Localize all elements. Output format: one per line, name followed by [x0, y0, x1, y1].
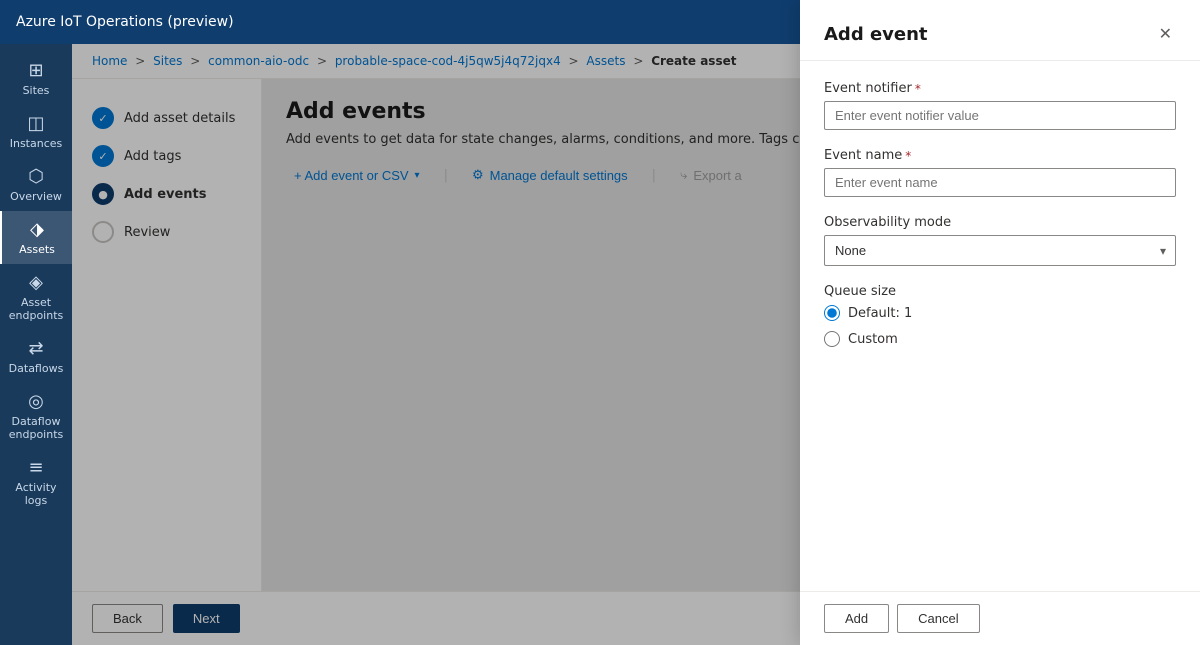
- sidebar-item-dataflows[interactable]: ⇄ Dataflows: [0, 330, 72, 383]
- sidebar: ⊞ Sites ◫ Instances ⬡ Overview ⬗ Assets …: [0, 44, 72, 645]
- observability-mode-select[interactable]: None Log Gauge Counter Histogram: [824, 235, 1176, 266]
- event-name-required: *: [905, 149, 911, 163]
- sidebar-label-asset-endpoints: Asset endpoints: [4, 296, 68, 322]
- event-notifier-group: Event notifier *: [824, 81, 1176, 130]
- queue-size-custom-option[interactable]: Custom: [824, 331, 1176, 347]
- sidebar-label-dataflows: Dataflows: [9, 362, 64, 375]
- event-name-label: Event name *: [824, 148, 1176, 163]
- observability-mode-group: Observability mode None Log Gauge Counte…: [824, 215, 1176, 266]
- add-button[interactable]: Add: [824, 604, 889, 633]
- assets-icon: ⬗: [30, 219, 44, 240]
- sidebar-item-sites[interactable]: ⊞ Sites: [0, 52, 72, 105]
- sidebar-item-asset-endpoints[interactable]: ◈ Asset endpoints: [0, 264, 72, 330]
- panel-title: Add event: [824, 24, 928, 45]
- event-name-input[interactable]: [824, 168, 1176, 197]
- sidebar-item-assets[interactable]: ⬗ Assets: [0, 211, 72, 264]
- queue-size-default-label: Default: 1: [848, 306, 912, 321]
- panel-footer: Add Cancel: [800, 591, 1200, 645]
- sidebar-label-dataflow-endpoints: Dataflow endpoints: [4, 415, 68, 441]
- dataflows-icon: ⇄: [28, 338, 43, 359]
- sidebar-label-assets: Assets: [19, 243, 55, 256]
- activity-logs-icon: ≡: [28, 457, 43, 478]
- observability-mode-select-wrapper: None Log Gauge Counter Histogram ▾: [824, 235, 1176, 266]
- add-event-panel: Add event ✕ Event notifier * Event name …: [800, 0, 1200, 645]
- observability-mode-label: Observability mode: [824, 215, 1176, 230]
- queue-size-custom-label: Custom: [848, 332, 898, 347]
- sidebar-item-activity-logs[interactable]: ≡ Activity logs: [0, 449, 72, 515]
- sidebar-label-activity-logs: Activity logs: [4, 481, 68, 507]
- event-notifier-required: *: [915, 82, 921, 96]
- queue-size-default-radio[interactable]: [824, 305, 840, 321]
- event-notifier-input[interactable]: [824, 101, 1176, 130]
- queue-size-radio-group: Default: 1 Custom: [824, 305, 1176, 347]
- sidebar-item-overview[interactable]: ⬡ Overview: [0, 158, 72, 211]
- panel-body: Event notifier * Event name * Observabil…: [800, 61, 1200, 591]
- event-notifier-label: Event notifier *: [824, 81, 1176, 96]
- dataflow-endpoints-icon: ◎: [28, 391, 44, 412]
- event-name-group: Event name *: [824, 148, 1176, 197]
- panel-header: Add event ✕: [800, 0, 1200, 61]
- sidebar-label-overview: Overview: [10, 190, 62, 203]
- queue-size-default-option[interactable]: Default: 1: [824, 305, 1176, 321]
- instances-icon: ◫: [27, 113, 44, 134]
- app-title: Azure IoT Operations (preview): [16, 14, 234, 30]
- asset-endpoints-icon: ◈: [29, 272, 43, 293]
- sidebar-item-instances[interactable]: ◫ Instances: [0, 105, 72, 158]
- overview-icon: ⬡: [28, 166, 44, 187]
- sites-icon: ⊞: [28, 60, 43, 81]
- queue-size-custom-radio[interactable]: [824, 331, 840, 347]
- sidebar-label-instances: Instances: [10, 137, 63, 150]
- queue-size-label: Queue size: [824, 284, 1176, 299]
- sidebar-item-dataflow-endpoints[interactable]: ◎ Dataflow endpoints: [0, 383, 72, 449]
- sidebar-label-sites: Sites: [23, 84, 50, 97]
- queue-size-group: Queue size Default: 1 Custom: [824, 284, 1176, 347]
- cancel-button[interactable]: Cancel: [897, 604, 979, 633]
- panel-close-button[interactable]: ✕: [1155, 20, 1176, 48]
